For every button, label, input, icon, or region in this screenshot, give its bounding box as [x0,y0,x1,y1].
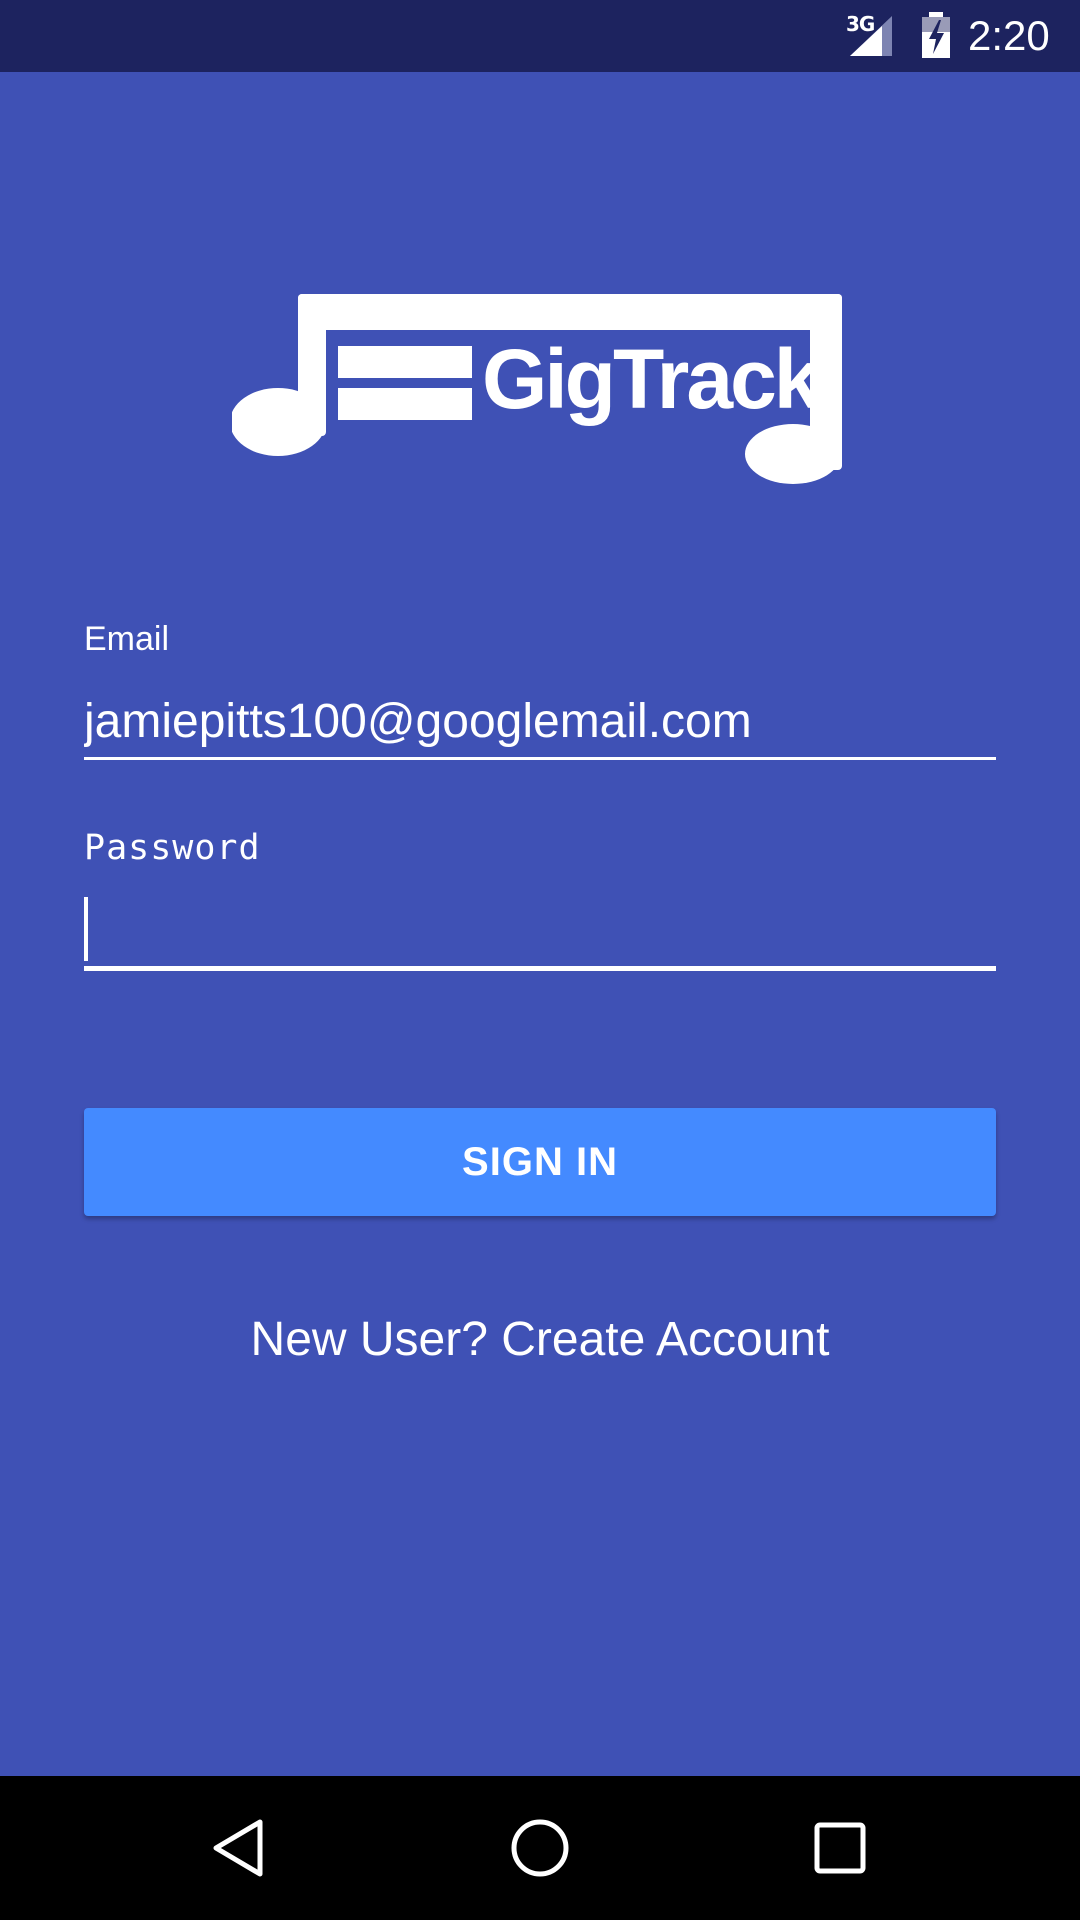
navigation-bar [0,1776,1080,1920]
app-logo: GigTrack [230,282,848,492]
logo-text: GigTrack [482,332,821,426]
password-label: Password [84,828,261,868]
email-underline [84,757,996,760]
battery-charging-icon [920,12,952,58]
password-field[interactable] [84,895,996,965]
password-underline [84,966,996,971]
network-type-label: 3G [846,12,875,36]
status-bar: 3G 2:20 [0,0,1080,72]
login-screen: 3G 2:20 GigTrack Email jamiepitts100@goo… [0,0,1080,1920]
email-field[interactable] [84,690,996,754]
sign-in-button[interactable]: SIGN IN [84,1108,996,1216]
cell-signal-icon: 3G [840,12,900,58]
recents-square-icon[interactable] [800,1808,880,1888]
email-label: Email [84,620,170,658]
text-cursor [84,897,88,961]
status-time: 2:20 [968,12,1050,59]
home-circle-icon[interactable] [500,1808,580,1888]
create-account-link[interactable]: New User? Create Account [0,1308,1080,1372]
music-note-logo-icon: GigTrack [230,294,842,484]
back-triangle-icon[interactable] [200,1808,280,1888]
